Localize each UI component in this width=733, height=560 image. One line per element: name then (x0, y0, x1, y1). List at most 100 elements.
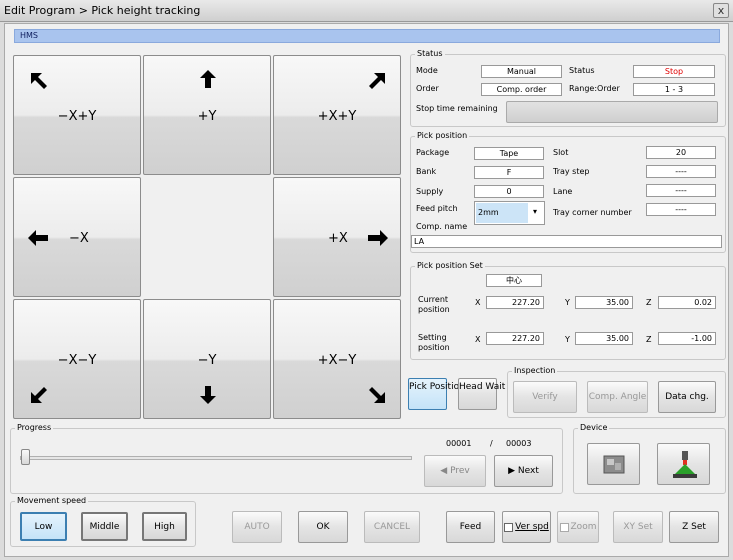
arrow-right-icon (368, 230, 388, 246)
jog-down-left-label: −X−Y (57, 353, 97, 368)
next-label: Next (517, 466, 539, 476)
status-title: Status (415, 49, 445, 58)
verify-button[interactable]: Verify (513, 381, 577, 413)
jog-down-right-button[interactable]: +X−Y (273, 299, 401, 419)
feed-pitch-value: 2mm (476, 203, 528, 223)
jog-up-right-button[interactable]: +X+Y (273, 55, 401, 175)
jog-up-left-label: −X+Y (57, 109, 97, 124)
ver-spd-label: Ver spd (515, 522, 549, 532)
comp-name-label: Comp. name (416, 222, 468, 231)
supply-label: Supply (416, 187, 444, 196)
center-value: 中心 (486, 274, 542, 287)
setting-y-label: Y (565, 335, 570, 344)
arrow-up-right-icon (369, 73, 385, 89)
jog-right-button[interactable]: +X (273, 177, 401, 297)
order-label: Order (416, 84, 439, 93)
progress-current: 00001 (446, 439, 472, 448)
cancel-button[interactable]: CANCEL (364, 511, 420, 543)
ver-spd-toggle[interactable]: Ver spd (502, 511, 551, 543)
progress-title: Progress (15, 423, 54, 432)
progress-slider-thumb[interactable] (21, 449, 30, 465)
jog-down-left-button[interactable]: −X−Y (13, 299, 141, 419)
jog-left-button[interactable]: −X (13, 177, 141, 297)
camera-view-icon (603, 455, 625, 474)
jog-down-label: −Y (197, 353, 217, 368)
status-value: Stop (633, 65, 715, 78)
jog-left-label: −X (69, 231, 89, 246)
current-x-label: X (475, 298, 481, 307)
inspection-title: Inspection (512, 366, 558, 375)
zoom-toggle[interactable]: Zoom (557, 511, 599, 543)
lane-label: Lane (553, 187, 573, 196)
pick-position-set-title: Pick position Set (415, 261, 485, 270)
jog-up-left-button[interactable]: −X+Y (13, 55, 141, 175)
prev-label: Prev (450, 466, 470, 476)
zoom-label: Zoom (570, 522, 597, 532)
progress-total: 00003 (506, 439, 532, 448)
z-set-button[interactable]: Z Set (669, 511, 719, 543)
arrow-down-right-icon (369, 387, 385, 403)
order-value: Comp. order (481, 83, 562, 96)
speed-high-button[interactable]: High (142, 512, 187, 541)
range-order-value: 1 - 3 (633, 83, 715, 96)
window-title: Edit Program > Pick height tracking (4, 4, 201, 17)
ver-spd-checkbox[interactable] (504, 522, 514, 532)
pick-position-button[interactable]: Pick Position (408, 378, 465, 410)
hms-header-bar (14, 29, 720, 43)
status-label: Status (569, 66, 595, 75)
speed-middle-button[interactable]: Middle (81, 512, 128, 541)
setting-y-value: 35.00 (575, 332, 633, 345)
progress-slider-track (20, 456, 412, 460)
slot-label: Slot (553, 148, 569, 157)
nozzle-device-icon (673, 451, 697, 478)
progress-separator: / (490, 439, 493, 448)
next-button[interactable]: ▶ Next (494, 455, 553, 487)
prev-button[interactable]: ◀ Prev (424, 455, 486, 487)
tray-corner-label: Tray corner number (553, 208, 632, 217)
stop-time-label: Stop time remaining (416, 104, 498, 113)
data-chg-button[interactable]: Data chg. (658, 381, 716, 413)
setting-x-label: X (475, 335, 481, 344)
triangle-left-icon: ◀ (440, 466, 451, 476)
auto-button[interactable]: AUTO (232, 511, 282, 543)
current-y-value: 35.00 (575, 296, 633, 309)
head-wait-button[interactable]: Head Wait (458, 378, 505, 410)
zoom-checkbox[interactable] (559, 522, 569, 532)
arrow-up-left-icon (31, 73, 47, 89)
hms-label: HMS (20, 31, 38, 40)
feed-pitch-label: Feed pitch (416, 204, 458, 213)
range-order-label: Range:Order (569, 84, 620, 93)
bank-label: Bank (416, 167, 437, 176)
comp-angle-button[interactable]: Comp. Angle (587, 381, 648, 413)
jog-down-right-label: +X−Y (317, 353, 357, 368)
ok-button[interactable]: OK (298, 511, 348, 543)
setting-position-label: Setting position (418, 333, 450, 352)
device-nozzle-button[interactable] (657, 443, 710, 485)
jog-up-right-label: +X+Y (317, 109, 357, 124)
jog-up-button[interactable]: +Y (143, 55, 271, 175)
device-camera-button[interactable] (587, 443, 640, 485)
current-z-label: Z (646, 298, 652, 307)
jog-right-label: +X (328, 231, 348, 246)
setting-z-value: -1.00 (658, 332, 716, 345)
current-y-label: Y (565, 298, 570, 307)
chevron-down-icon: ▾ (533, 207, 538, 216)
package-value: Tape (474, 147, 544, 160)
lane-value: ---- (646, 184, 716, 197)
arrow-down-left-icon (31, 387, 47, 403)
pick-position-title: Pick position (415, 131, 470, 140)
slot-value: 20 (646, 146, 716, 159)
comp-name-field[interactable]: LA (411, 235, 722, 248)
speed-low-button[interactable]: Low (20, 512, 67, 541)
arrow-down-icon (200, 386, 216, 404)
arrow-left-icon (28, 230, 48, 246)
feed-button[interactable]: Feed (446, 511, 495, 543)
device-title: Device (578, 423, 610, 432)
xy-set-button[interactable]: XY Set (613, 511, 663, 543)
jog-down-button[interactable]: −Y (143, 299, 271, 419)
feed-pitch-select[interactable]: 2mm ▾ (474, 201, 545, 225)
jog-up-label: +Y (197, 109, 217, 124)
current-position-label: Current position (418, 295, 450, 314)
tray-step-value: ---- (646, 165, 716, 178)
close-button[interactable]: x (713, 3, 729, 18)
